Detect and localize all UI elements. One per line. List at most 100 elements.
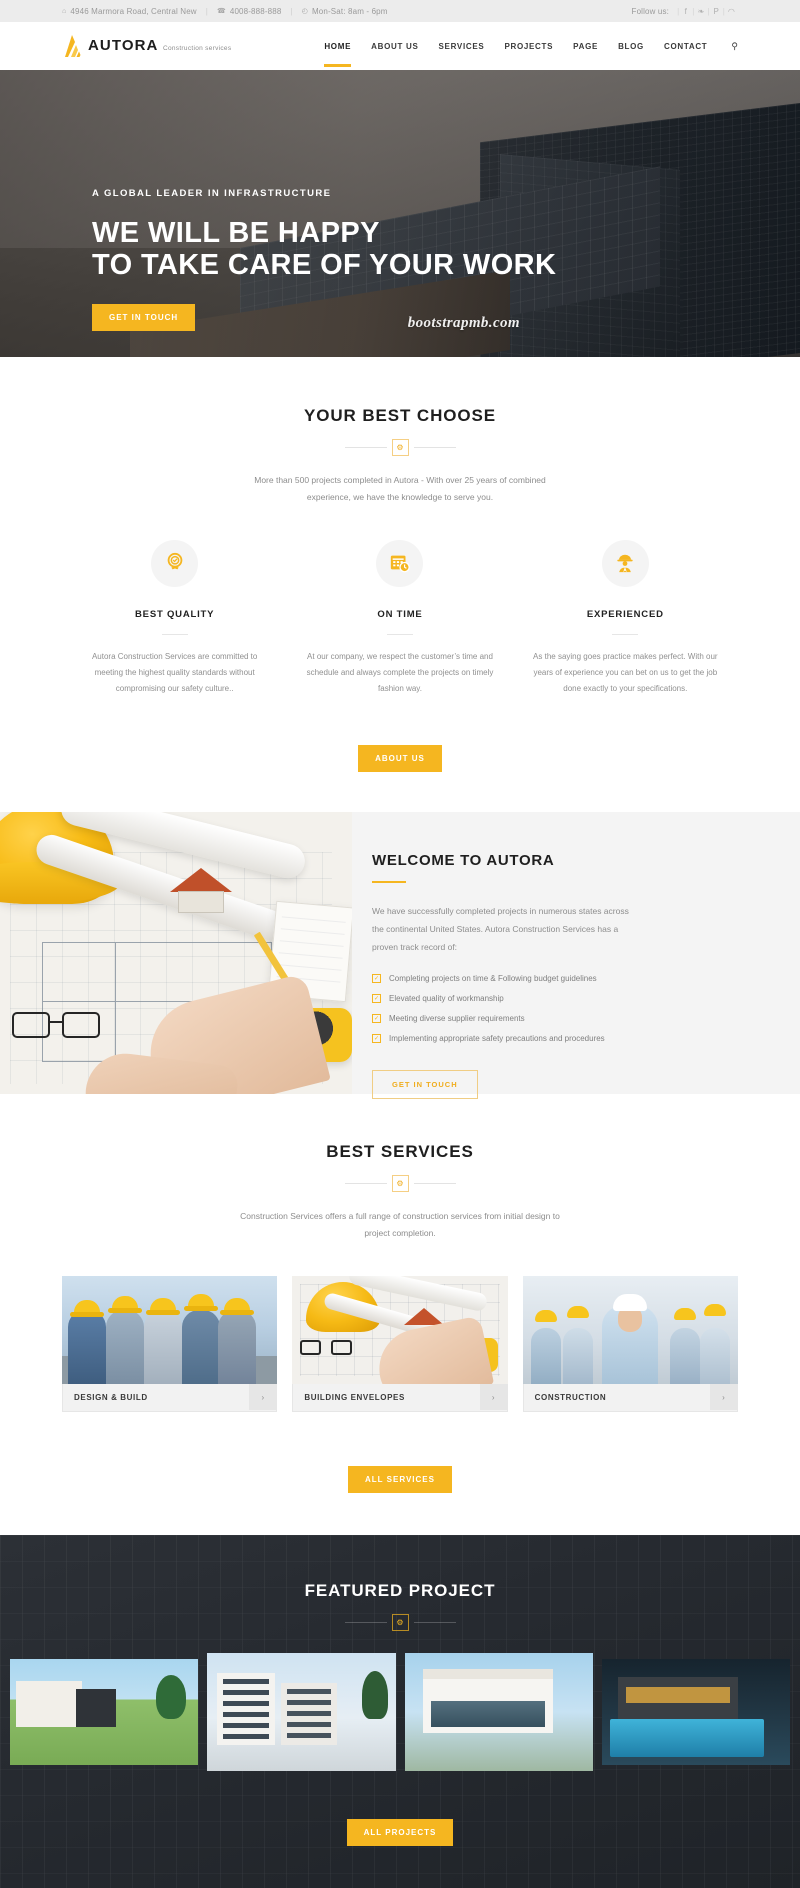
welcome-checklist: ✓ Completing projects on time & Followin… <box>372 974 800 1044</box>
welcome-section: WELCOME TO AUTORA We have successfully c… <box>0 811 800 1100</box>
service-card-list: DESIGN & BUILD › BUILDING ENVELOPES › CO… <box>62 1275 738 1412</box>
worker-1 <box>68 1309 106 1384</box>
photo-eyeglasses <box>300 1339 354 1357</box>
brand-tagline: Construction services <box>162 45 232 52</box>
worker-2 <box>106 1309 144 1384</box>
phone-item[interactable]: ☎ 4008-888-888 <box>217 7 282 16</box>
divider-line-left <box>344 1621 387 1623</box>
hero-title-line-2: TO TAKE CARE OF YOUR WORK <box>92 249 557 282</box>
featured-cta-row: ALL PROJECTS <box>0 1797 800 1846</box>
pinterest-icon[interactable]: P <box>710 7 723 16</box>
best-services-section: BEST SERVICES ⚙ Construction Services of… <box>0 1093 800 1535</box>
feature-text: Autora Construction Services are committ… <box>91 651 258 693</box>
project-palm-tree <box>361 1670 388 1719</box>
model-house-roof <box>170 867 232 892</box>
top-bar-contact-group: ⌂ 4946 Marmora Road, Central New | ☎ 400… <box>62 7 388 16</box>
photo-lens-right <box>331 1339 353 1355</box>
check-icon: ✓ <box>372 1034 381 1044</box>
logo[interactable]: AUTORA Construction services <box>62 34 231 58</box>
hero-kicker: A GLOBAL LEADER IN INFRASTRUCTURE <box>92 188 332 199</box>
gear-icon: ⚙ <box>391 1613 409 1631</box>
feature-text: As the saying goes practice makes perfec… <box>533 651 718 693</box>
team-member-2 <box>562 1327 593 1384</box>
chevron-right-icon[interactable]: › <box>249 1384 277 1411</box>
service-card-image <box>522 1275 738 1384</box>
divider-line-right <box>413 1621 456 1623</box>
feature-title: EXPERIENCED <box>586 608 664 620</box>
feature-rule <box>386 633 413 635</box>
team-member-3 <box>669 1327 700 1384</box>
nav-item-home[interactable]: HOME <box>314 42 361 67</box>
page-root: ⌂ 4946 Marmora Road, Central New | ☎ 400… <box>0 0 800 1888</box>
project-thumb-villa-garden[interactable] <box>10 1658 199 1765</box>
divider-line-right <box>413 447 456 448</box>
list-item-label: Implementing appropriate safety precauti… <box>389 1034 605 1044</box>
nav-item-page[interactable]: PAGE <box>563 42 608 51</box>
project-white-modern-house <box>422 1668 553 1733</box>
divider-line-left <box>344 1182 387 1184</box>
divider-line-left <box>344 447 387 448</box>
worker-4 <box>182 1309 220 1384</box>
address-item: ⌂ 4946 Marmora Road, Central New <box>62 7 197 16</box>
list-item: ✓ Completing projects on time & Followin… <box>372 974 800 984</box>
nav-item-contact[interactable]: CONTACT <box>654 42 717 51</box>
best-choose-cta-row: ABOUT US <box>62 723 738 772</box>
project-apartment-block-2 <box>281 1682 338 1745</box>
nav-item-projects[interactable]: PROJECTS <box>494 42 563 51</box>
about-us-button[interactable]: ABOUT US <box>358 744 442 772</box>
service-card-image <box>292 1275 508 1384</box>
chevron-right-icon[interactable]: › <box>479 1384 507 1411</box>
welcome-cta-button[interactable]: GET IN TOUCH <box>372 1070 478 1100</box>
service-card-building-envelopes[interactable]: BUILDING ENVELOPES › <box>292 1275 508 1412</box>
welcome-title: WELCOME TO AUTORA <box>372 851 555 869</box>
team-member-2-hat-icon <box>566 1305 589 1318</box>
list-item: ✓ Meeting diverse supplier requirements <box>372 1014 800 1024</box>
search-icon[interactable]: ⚲ <box>717 41 738 52</box>
service-card-design-build[interactable]: DESIGN & BUILD › <box>62 1275 278 1412</box>
service-card-title: DESIGN & BUILD <box>74 1392 148 1402</box>
welcome-text: We have successfully completed projects … <box>372 905 629 952</box>
section-divider: ⚙ <box>62 439 738 456</box>
team-member-4-hat-icon <box>703 1303 726 1316</box>
nav-item-services[interactable]: SERVICES <box>429 42 495 51</box>
list-item: ✓ Elevated quality of workmanship <box>372 994 800 1004</box>
photo-worker-crew <box>62 1275 278 1384</box>
divider-line-right <box>413 1182 456 1184</box>
worker-5 <box>218 1309 256 1384</box>
facebook-icon[interactable]: f <box>679 7 692 16</box>
project-thumb-white-house[interactable] <box>404 1652 593 1771</box>
team-member-4 <box>699 1327 730 1384</box>
project-gallery <box>0 1652 800 1771</box>
project-thumb-modern-apartments[interactable] <box>207 1652 396 1771</box>
hero-content: A GLOBAL LEADER IN INFRASTRUCTURE WE WIL… <box>0 70 800 331</box>
nav-item-about-us[interactable]: ABOUT US <box>361 42 428 51</box>
lens-left <box>12 1011 50 1038</box>
worker-helmet-icon <box>614 552 636 574</box>
service-card-bar: DESIGN & BUILD › <box>62 1383 278 1412</box>
service-card-construction[interactable]: CONSTRUCTION › <box>522 1275 738 1412</box>
hero-title-line-1: WE WILL BE HAPPY <box>92 217 380 249</box>
photo-model-house <box>404 1307 445 1325</box>
all-projects-button[interactable]: ALL PROJECTS <box>346 1818 454 1846</box>
best-choose-section: YOUR BEST CHOOSE ⚙ More than 500 project… <box>0 357 800 812</box>
feature-icon-wrap <box>601 539 649 587</box>
separator: | <box>290 6 293 16</box>
feature-item-on-time: ON TIME At our company, we respect the c… <box>287 539 512 697</box>
feature-title: ON TIME <box>377 608 423 620</box>
all-services-button[interactable]: ALL SERVICES <box>348 1465 452 1493</box>
featured-project-section: FEATURED PROJECT ⚙ ALL PROJECTS <box>0 1534 800 1888</box>
list-item: ✓ Implementing appropriate safety precau… <box>372 1034 800 1044</box>
chevron-right-icon[interactable]: › <box>709 1384 737 1411</box>
model-house-object <box>170 867 232 913</box>
feature-icon-wrap <box>376 539 424 587</box>
project-building-white <box>16 1680 82 1727</box>
project-thumb-pool-residence[interactable] <box>601 1658 790 1765</box>
twitter-icon[interactable]: ❧ <box>695 7 708 16</box>
rss-icon[interactable]: ◠ <box>725 7 738 16</box>
section-divider: ⚙ <box>62 1174 738 1192</box>
hero-cta-button[interactable]: GET IN TOUCH <box>92 303 196 331</box>
nav-item-blog[interactable]: BLOG <box>608 42 654 51</box>
autora-logo-icon <box>62 34 81 58</box>
model-house-body <box>178 890 224 913</box>
worker-4-hat-icon <box>184 1293 218 1311</box>
